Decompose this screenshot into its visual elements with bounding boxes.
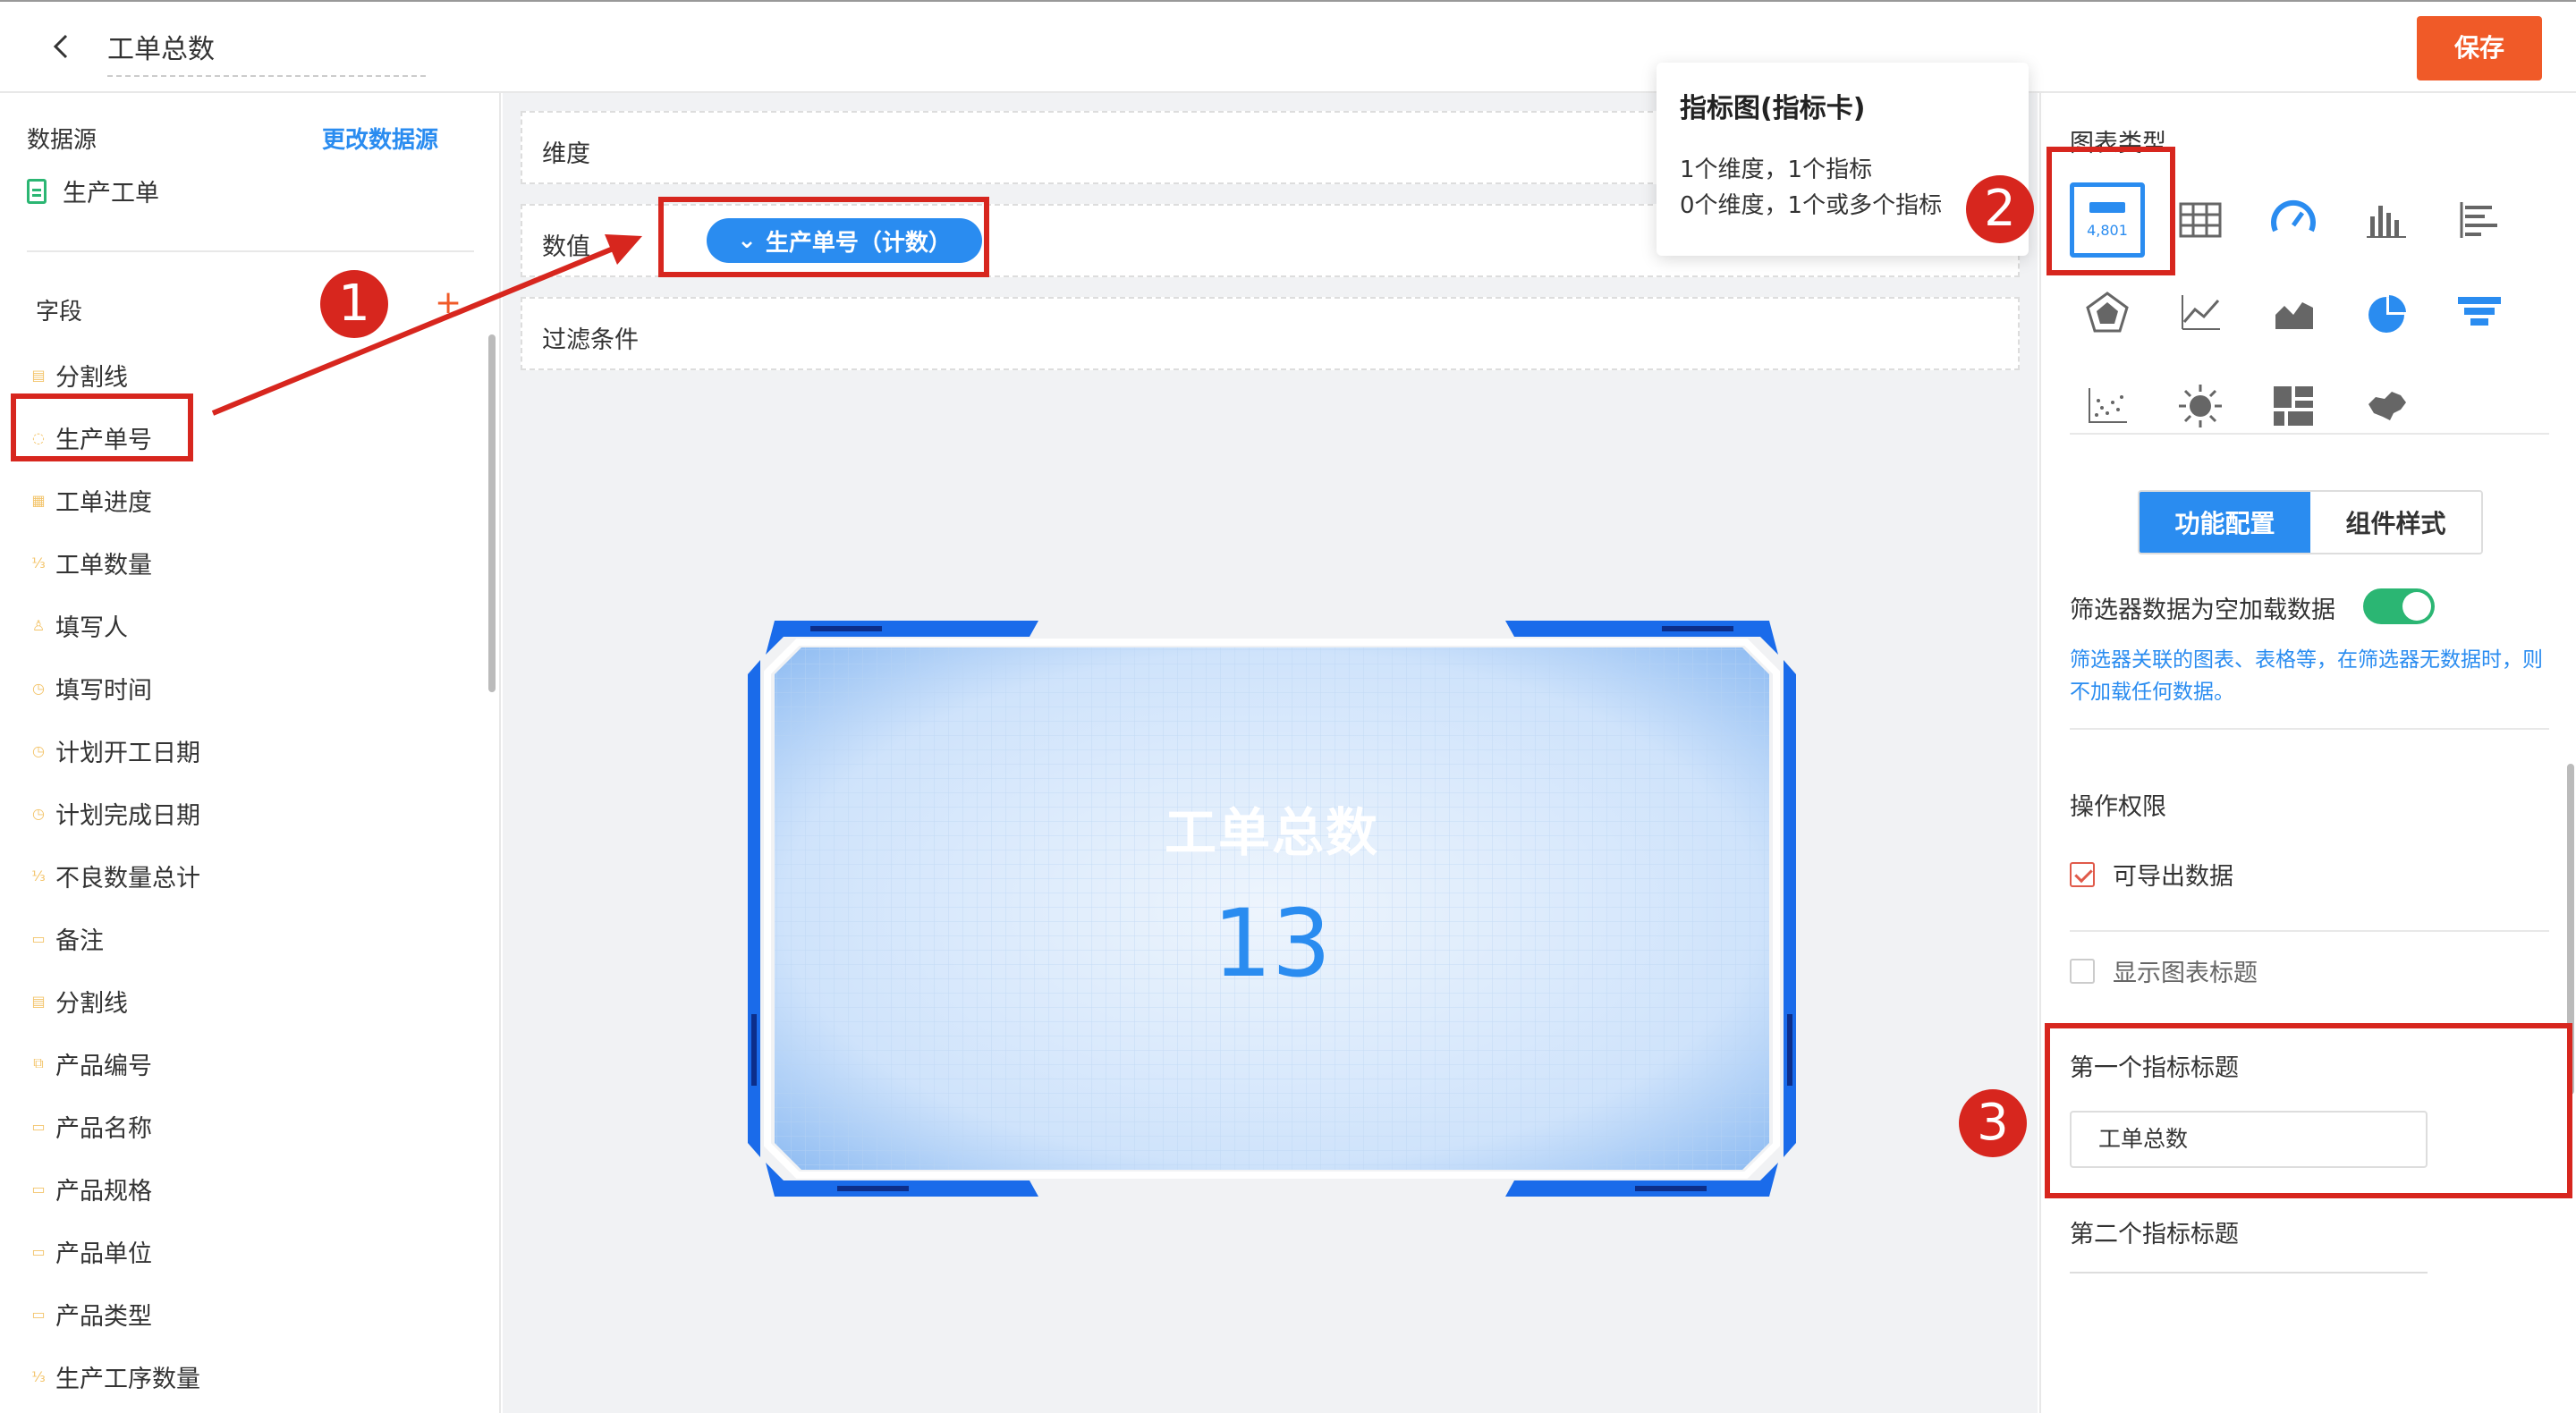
annotation-arrow [211, 234, 642, 416]
